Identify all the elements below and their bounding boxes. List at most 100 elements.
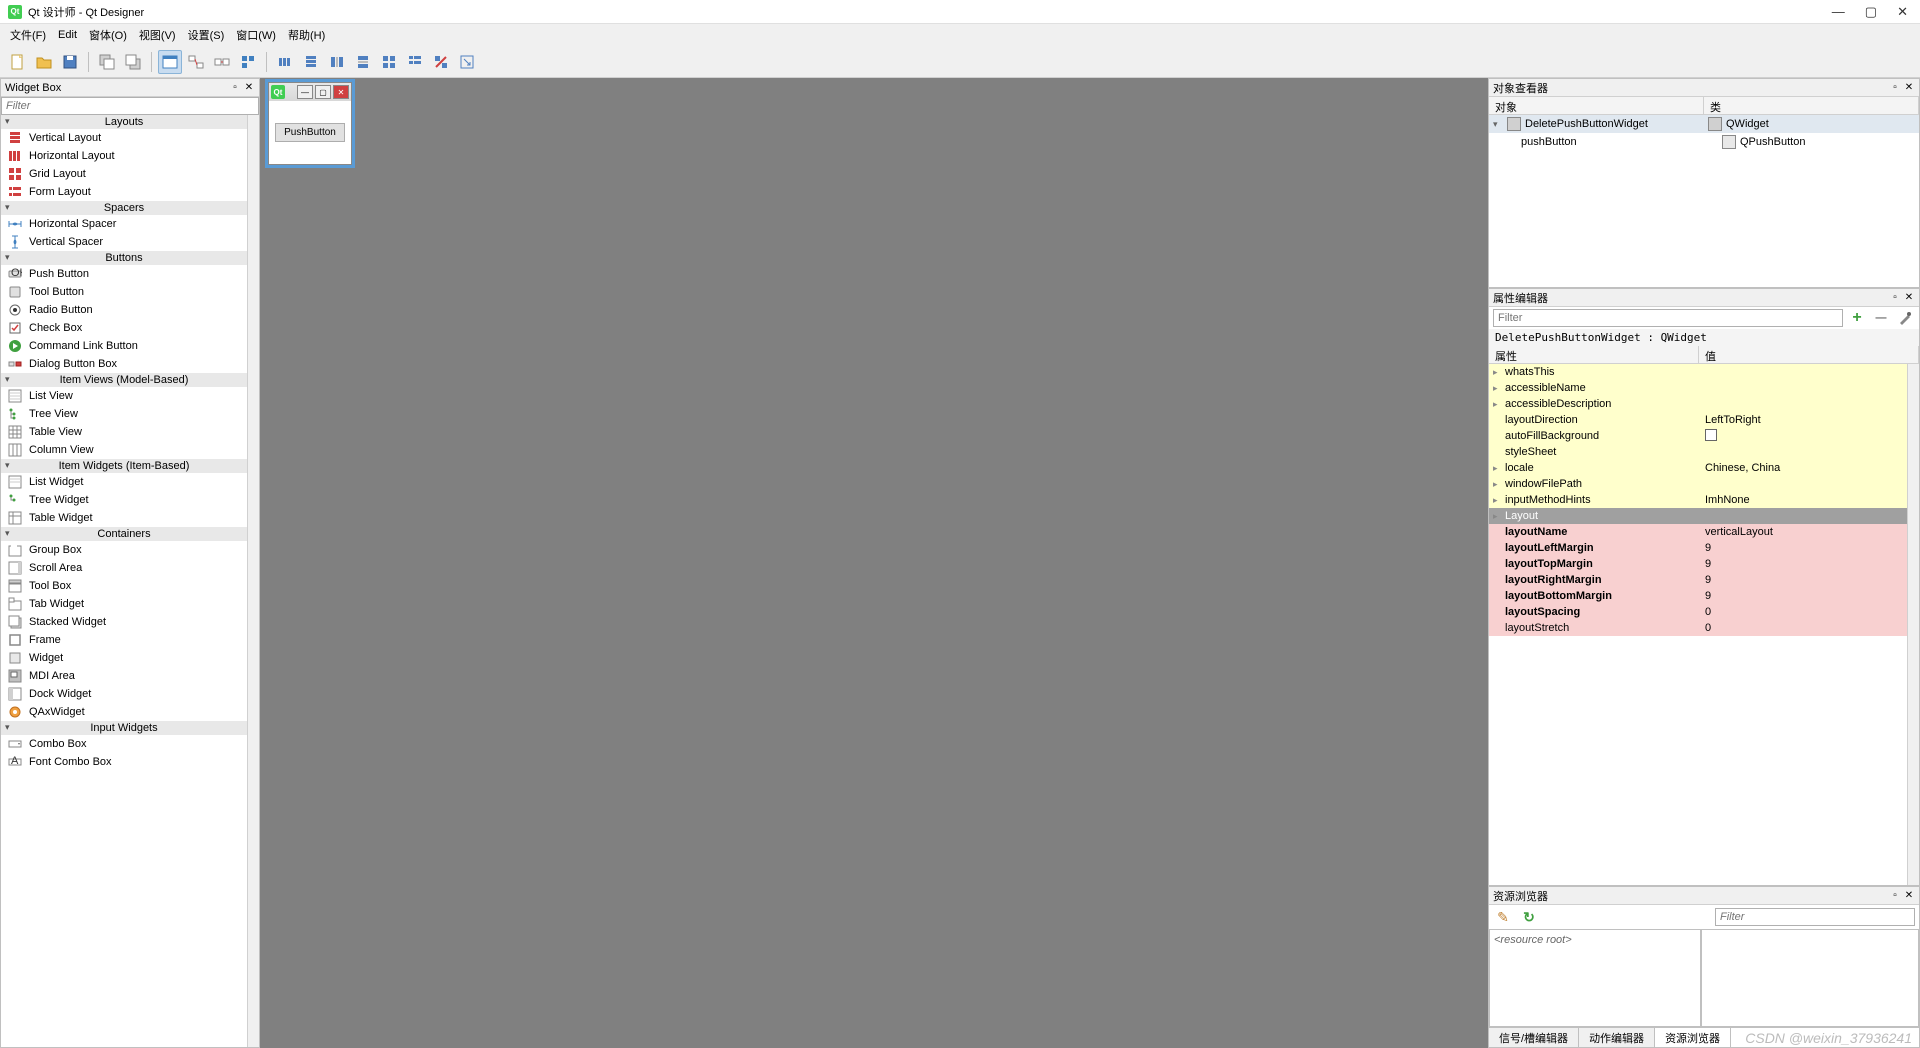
resource-view[interactable] (1701, 929, 1919, 1027)
form-maximize-icon[interactable]: ▢ (315, 85, 331, 99)
property-row[interactable]: layoutRightMargin9 (1489, 572, 1907, 588)
dock-float-icon[interactable]: ▫ (229, 82, 241, 94)
widget-radio-button[interactable]: Radio Button (1, 301, 247, 319)
edit-signals-icon[interactable] (184, 50, 208, 74)
property-list[interactable]: ▸whatsThis▸accessibleName▸accessibleDesc… (1489, 364, 1919, 885)
layout-form-icon[interactable] (403, 50, 427, 74)
property-row[interactable]: ▸accessibleName (1489, 380, 1907, 396)
maximize-button[interactable]: ▢ (1865, 4, 1877, 20)
widget-list-view[interactable]: List View (1, 387, 247, 405)
category-item-widgets[interactable]: Item Widgets (Item-Based) (1, 459, 247, 473)
widget-vertical-layout[interactable]: Vertical Layout (1, 129, 247, 147)
widget-command-link-button[interactable]: Command Link Button (1, 337, 247, 355)
menu-window[interactable]: 窗口(W) (230, 25, 282, 45)
menu-file[interactable]: 文件(F) (4, 25, 52, 45)
widget-tab-widget[interactable]: Tab Widget (1, 595, 247, 613)
property-row[interactable]: layoutBottomMargin9 (1489, 588, 1907, 604)
property-row[interactable]: layoutLeftMargin9 (1489, 540, 1907, 556)
widget-check-box[interactable]: Check Box (1, 319, 247, 337)
expand-icon[interactable]: ▸ (1493, 383, 1498, 394)
widget-combo-box[interactable]: Combo Box (1, 735, 247, 753)
adjust-size-icon[interactable] (455, 50, 479, 74)
column-value[interactable]: 值 (1699, 346, 1919, 363)
widget-qax-widget[interactable]: QAxWidget (1, 703, 247, 721)
widget-form-layout[interactable]: Form Layout (1, 183, 247, 201)
widget-dialog-button-box[interactable]: Dialog Button Box (1, 355, 247, 373)
resource-filter[interactable] (1715, 908, 1915, 926)
remove-property-icon[interactable]: — (1871, 308, 1891, 328)
form-push-button[interactable]: PushButton (275, 123, 345, 142)
widget-table-widget[interactable]: Table Widget (1, 509, 247, 527)
property-row[interactable]: ▸inputMethodHintsImhNone (1489, 492, 1907, 508)
property-row[interactable]: ▸localeChinese, China (1489, 460, 1907, 476)
menu-edit[interactable]: Edit (52, 27, 83, 43)
edit-buddies-icon[interactable] (210, 50, 234, 74)
widget-horizontal-spacer[interactable]: Horizontal Spacer (1, 215, 247, 233)
widget-box-filter[interactable] (1, 97, 259, 115)
property-row[interactable]: styleSheet (1489, 444, 1907, 460)
object-row[interactable]: ▾DeletePushButtonWidget QWidget (1489, 115, 1919, 133)
open-file-icon[interactable] (32, 50, 56, 74)
property-scrollbar[interactable] (1907, 364, 1919, 885)
category-item-views[interactable]: Item Views (Model-Based) (1, 373, 247, 387)
form-window[interactable]: Qt — ▢ ✕ PushButton (268, 82, 352, 165)
widget-box-tree[interactable]: Layouts Vertical Layout Horizontal Layou… (1, 115, 259, 1047)
widget-mdi-area[interactable]: MDI Area (1, 667, 247, 685)
tab-signal-slot[interactable]: 信号/槽编辑器 (1489, 1028, 1579, 1047)
expand-icon[interactable]: ▸ (1493, 495, 1498, 506)
property-row[interactable]: autoFillBackground (1489, 428, 1907, 444)
category-containers[interactable]: Containers (1, 527, 247, 541)
property-row[interactable]: layoutStretch0 (1489, 620, 1907, 636)
widget-group-box[interactable]: Group Box (1, 541, 247, 559)
layout-v-splitter-icon[interactable] (351, 50, 375, 74)
widget-tool-box[interactable]: Tool Box (1, 577, 247, 595)
widget-tree-widget[interactable]: Tree Widget (1, 491, 247, 509)
layout-horizontal-icon[interactable] (273, 50, 297, 74)
property-row[interactable]: ▸whatsThis (1489, 364, 1907, 380)
expand-icon[interactable]: ▸ (1493, 463, 1498, 474)
dock-float-icon[interactable]: ▫ (1889, 890, 1901, 902)
category-spacers[interactable]: Spacers (1, 201, 247, 215)
dock-float-icon[interactable]: ▫ (1889, 82, 1901, 94)
menu-form[interactable]: 窗体(O) (83, 25, 133, 45)
widget-horizontal-layout[interactable]: Horizontal Layout (1, 147, 247, 165)
form-close-icon[interactable]: ✕ (333, 85, 349, 99)
widget-list-widget[interactable]: List Widget (1, 473, 247, 491)
edit-widgets-icon[interactable] (158, 50, 182, 74)
property-row[interactable]: layoutTopMargin9 (1489, 556, 1907, 572)
property-row[interactable]: layoutSpacing0 (1489, 604, 1907, 620)
property-row[interactable]: ▸Layout (1489, 508, 1907, 524)
widget-box-scrollbar[interactable] (247, 115, 259, 1047)
minimize-button[interactable]: — (1832, 4, 1845, 20)
property-row[interactable]: layoutDirectionLeftToRight (1489, 412, 1907, 428)
expand-icon[interactable]: ▾ (1493, 119, 1503, 130)
property-row[interactable]: ▸windowFilePath (1489, 476, 1907, 492)
send-back-icon[interactable] (95, 50, 119, 74)
edit-tab-order-icon[interactable] (236, 50, 260, 74)
widget-dock-widget[interactable]: Dock Widget (1, 685, 247, 703)
menu-settings[interactable]: 设置(S) (182, 25, 231, 45)
widget-frame[interactable]: Frame (1, 631, 247, 649)
layout-grid-icon[interactable] (377, 50, 401, 74)
expand-icon[interactable]: ▸ (1493, 511, 1498, 522)
dock-close-icon[interactable]: ✕ (1903, 890, 1915, 902)
tab-action-editor[interactable]: 动作编辑器 (1579, 1028, 1655, 1047)
form-minimize-icon[interactable]: — (297, 85, 313, 99)
tab-resource-browser[interactable]: 资源浏览器 (1655, 1028, 1731, 1047)
add-property-icon[interactable]: + (1847, 308, 1867, 328)
save-file-icon[interactable] (58, 50, 82, 74)
column-property[interactable]: 属性 (1489, 346, 1699, 363)
checkbox-icon[interactable] (1705, 429, 1717, 441)
category-input-widgets[interactable]: Input Widgets (1, 721, 247, 735)
bring-front-icon[interactable] (121, 50, 145, 74)
category-layouts[interactable]: Layouts (1, 115, 247, 129)
resource-tree[interactable]: <resource root> (1489, 929, 1701, 1027)
dock-close-icon[interactable]: ✕ (1903, 292, 1915, 304)
dock-close-icon[interactable]: ✕ (243, 82, 255, 94)
property-row[interactable]: layoutNameverticalLayout (1489, 524, 1907, 540)
object-row[interactable]: pushButton QPushButton (1489, 133, 1919, 151)
widget-grid-layout[interactable]: Grid Layout (1, 165, 247, 183)
object-tree[interactable]: ▾DeletePushButtonWidget QWidget pushButt… (1489, 115, 1919, 287)
widget-column-view[interactable]: Column View (1, 441, 247, 459)
widget-stacked-widget[interactable]: Stacked Widget (1, 613, 247, 631)
